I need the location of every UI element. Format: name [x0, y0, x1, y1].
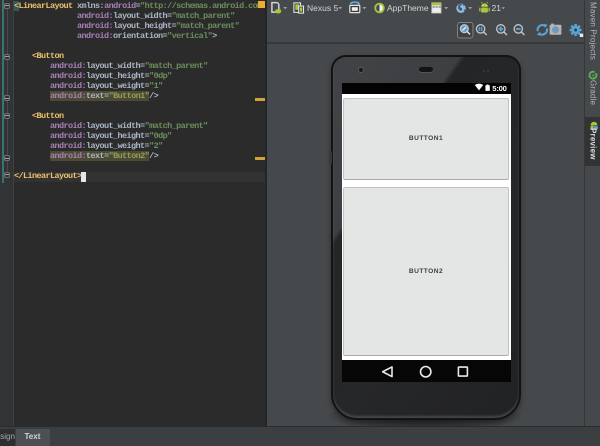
svg-text:5:00: 5:00 [492, 84, 506, 93]
svg-text:21: 21 [492, 3, 502, 13]
svg-text:AppTheme: AppTheme [387, 3, 429, 13]
svg-text:Nexus 5: Nexus 5 [307, 3, 338, 13]
